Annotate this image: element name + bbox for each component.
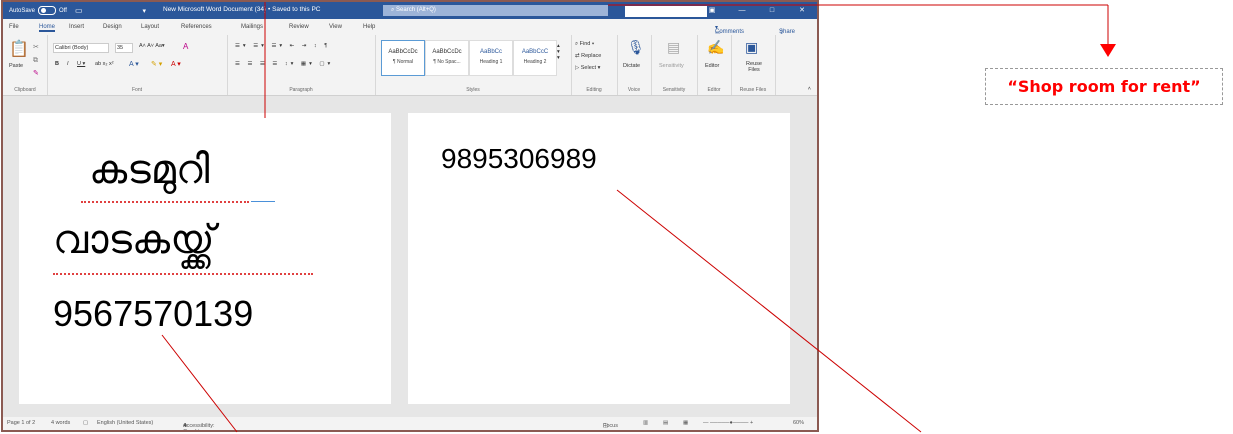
arrow-head-icon: [1100, 44, 1116, 57]
pointer-line-phone-1: [161, 334, 238, 433]
annotation-arrows: [161, 2, 1116, 433]
pointer-line-phone-2: [616, 189, 922, 433]
